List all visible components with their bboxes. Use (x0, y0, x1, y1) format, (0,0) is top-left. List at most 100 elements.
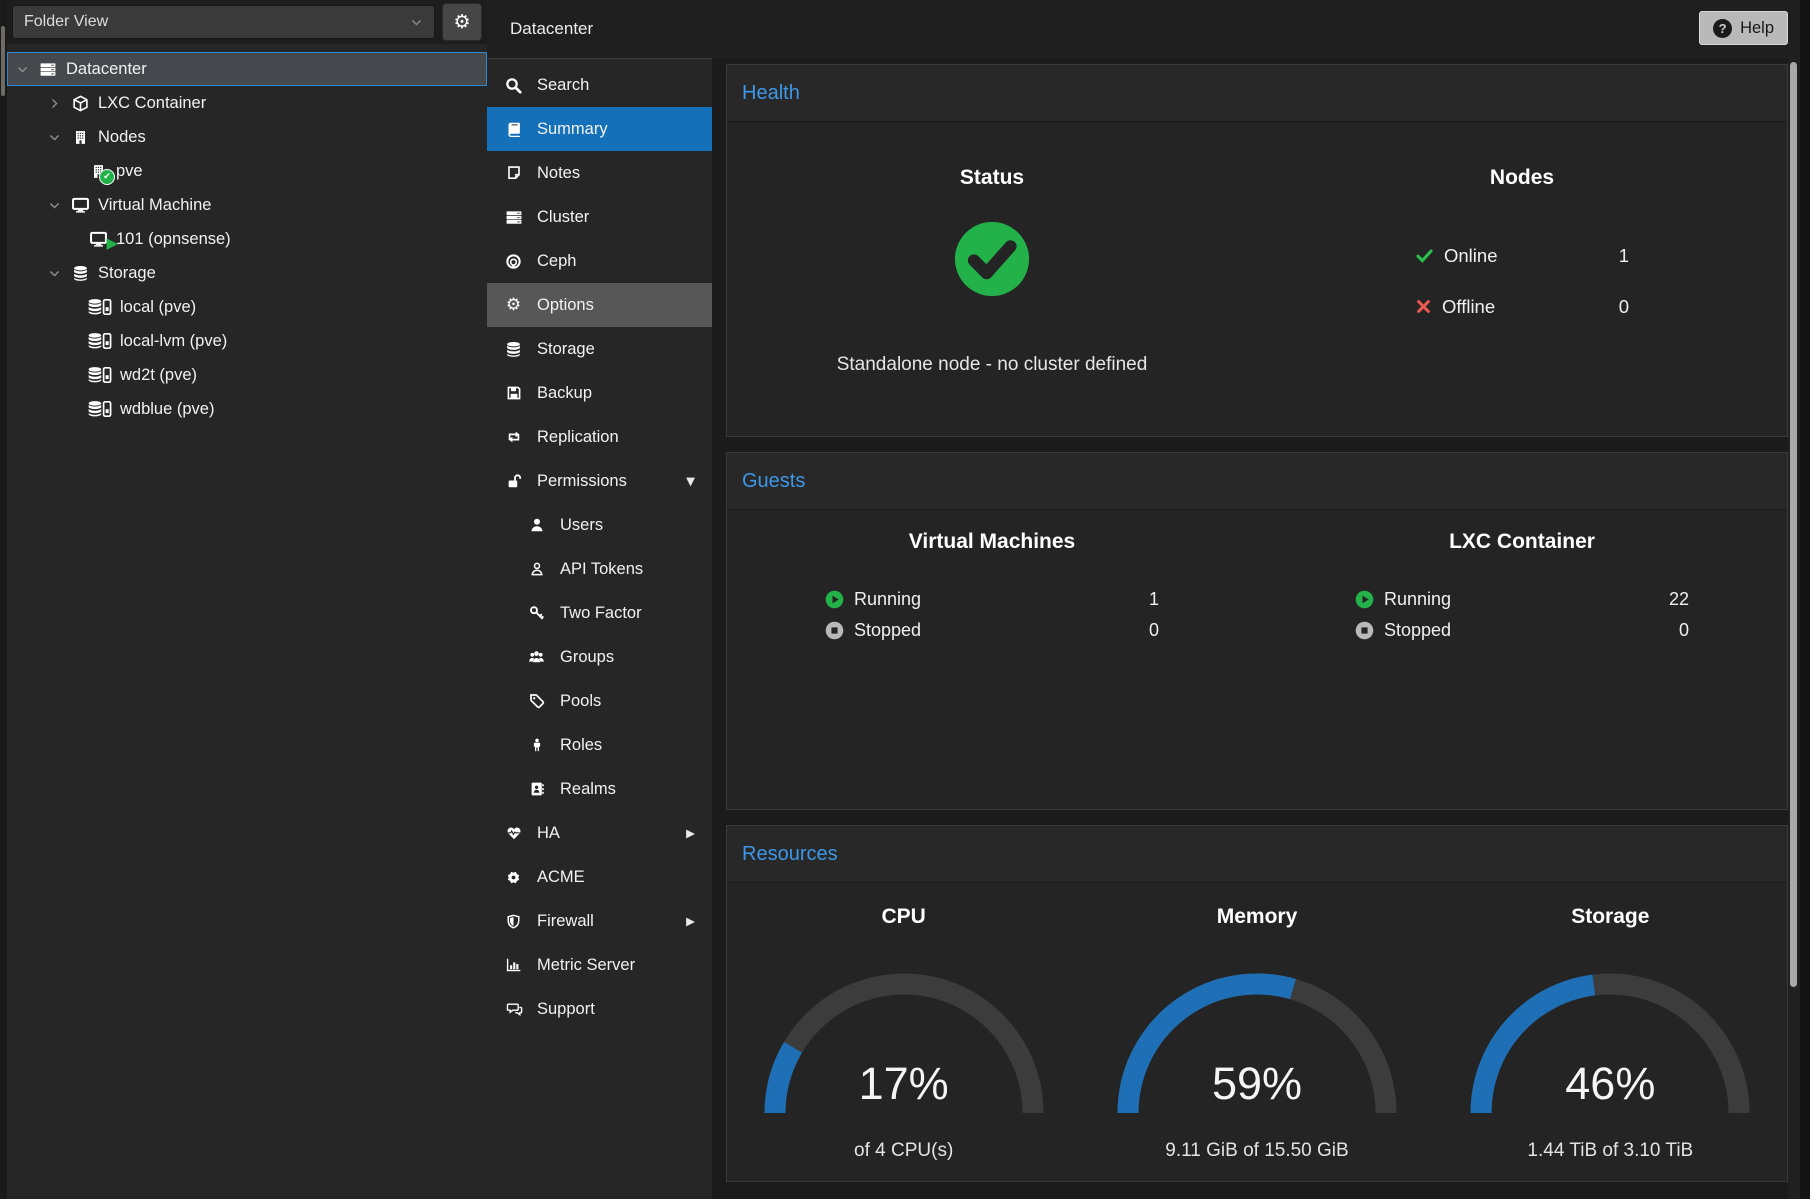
caret-right-icon: ▶ (686, 826, 695, 840)
menu-item-metric-server[interactable]: Metric Server (487, 943, 712, 987)
menu-item-support[interactable]: Support (487, 987, 712, 1031)
key-icon (526, 604, 547, 622)
tree-toolbar: Folder View ⚙ (7, 0, 487, 44)
chevron-down-icon[interactable] (48, 131, 62, 144)
status-heading: Status (727, 166, 1257, 190)
menu-item-two-factor[interactable]: Two Factor (487, 591, 712, 635)
menu-item-groups[interactable]: Groups (487, 635, 712, 679)
help-button[interactable]: ? Help (1699, 11, 1788, 45)
stat-label: Running (854, 589, 921, 610)
note-icon (503, 164, 524, 182)
chevron-right-icon[interactable] (48, 97, 62, 110)
resources-panel: Resources CPU17%of 4 CPU(s)Memory59%9.11… (726, 825, 1788, 1182)
menu-item-realms[interactable]: Realms (487, 767, 712, 811)
users-group-icon (526, 648, 547, 666)
menu-item-permissions[interactable]: Permissions▼ (487, 459, 712, 503)
tree-item-wd2t-pve[interactable]: wd2t (pve) (7, 358, 487, 392)
menu-item-replication[interactable]: Replication (487, 415, 712, 459)
stat-value: 1 (1619, 245, 1629, 267)
search-icon (503, 76, 524, 94)
tree-item-lxc-container[interactable]: LXC Container (7, 86, 487, 120)
menu-item-acme[interactable]: ACME (487, 855, 712, 899)
menu-item-ceph[interactable]: Ceph (487, 239, 712, 283)
comments-icon (503, 1000, 524, 1018)
acme-icon (503, 868, 524, 886)
unlock-icon (503, 472, 524, 490)
content-scrollbar[interactable] (1788, 58, 1800, 1199)
menu-item-pools[interactable]: Pools (487, 679, 712, 723)
proxmox-app: Folder View ⚙ DatacenterLXC ContainerNod… (0, 0, 1810, 1199)
tree-item-local-lvm-pve[interactable]: local-lvm (pve) (7, 324, 487, 358)
gauge-storage: Storage46%1.44 TiB of 3.10 TiB (1434, 883, 1787, 1181)
menu-item-label: Realms (560, 780, 616, 799)
health-panel: Health Status Standalone node - no clust… (726, 64, 1788, 437)
stat-value: 1 (1149, 589, 1159, 610)
nodes-heading: Nodes (1257, 166, 1787, 190)
building-icon: ✔ (87, 161, 109, 181)
nodes-stats: Online1Offline0 (1415, 230, 1629, 332)
guest-stats: Running 1 Stopped 0 (825, 584, 1159, 646)
health-nodes-column: Nodes Online1Offline0 (1257, 122, 1787, 437)
menu-item-roles[interactable]: Roles (487, 723, 712, 767)
database-disk-icon (87, 297, 113, 317)
tree-item-storage[interactable]: Storage (7, 256, 487, 290)
gauge-percent: 46% (1460, 1058, 1760, 1110)
view-selector[interactable]: Folder View (12, 5, 435, 39)
tree-settings-button[interactable]: ⚙ (442, 3, 482, 41)
window-left-scrollbar[interactable] (0, 0, 7, 1199)
menu-item-label: Cluster (537, 208, 589, 227)
tree-item-label: Datacenter (66, 60, 147, 79)
main-content: Health Status Standalone node - no clust… (712, 58, 1810, 1199)
menu-item-backup[interactable]: Backup (487, 371, 712, 415)
gauge-cpu: CPU17%of 4 CPU(s) (727, 883, 1080, 1181)
menu-item-storage[interactable]: Storage (487, 327, 712, 371)
menu-item-label: HA (537, 824, 560, 843)
retweet-icon (503, 428, 524, 446)
menu-item-users[interactable]: Users (487, 503, 712, 547)
menu-item-label: API Tokens (560, 560, 643, 579)
chevron-down-icon (410, 16, 423, 29)
menu-item-ha[interactable]: HA ▶ (487, 811, 712, 855)
menu-item-api-tokens[interactable]: API Tokens (487, 547, 712, 591)
menu-item-firewall[interactable]: Firewall▶ (487, 899, 712, 943)
gear-icon: ⚙ (453, 11, 470, 33)
menu-item-label: Summary (537, 120, 608, 139)
tree-item-label: wdblue (pve) (120, 400, 214, 419)
menu-item-cluster[interactable]: Cluster (487, 195, 712, 239)
resource-tree: Datacenter LXC ContainerNodes✔pveVirtual … (7, 44, 487, 426)
menu-item-options[interactable]: ⚙Options (487, 283, 712, 327)
menu-item-label: Backup (537, 384, 592, 403)
play-circle-icon (825, 590, 844, 609)
menu-item-summary[interactable]: Summary (487, 107, 712, 151)
content-scrollbar-thumb[interactable] (1790, 62, 1797, 987)
stop-circle-icon (825, 621, 844, 640)
stat-label: Offline (1442, 296, 1495, 318)
chevron-down-icon[interactable] (16, 63, 30, 76)
stat-value: 0 (1149, 620, 1159, 641)
chevron-down-icon[interactable] (48, 199, 62, 212)
database-icon (69, 263, 91, 283)
tree-item-local-pve[interactable]: local (pve) (7, 290, 487, 324)
chevron-down-icon[interactable] (48, 267, 62, 280)
tree-item-101-opnsense[interactable]: ▶101 (opnsense) (7, 222, 487, 256)
tree-item-wdblue-pve[interactable]: wdblue (pve) (7, 392, 487, 426)
stat-label: Stopped (854, 620, 921, 641)
tree-item-nodes[interactable]: Nodes (7, 120, 487, 154)
menu-item-notes[interactable]: Notes (487, 151, 712, 195)
gear-icon: ⚙ (503, 296, 524, 314)
window-left-scrollbar-thumb[interactable] (1, 26, 5, 96)
menu-item-search[interactable]: Search (487, 63, 712, 107)
gauge-heading: CPU (881, 905, 925, 929)
check-icon (1415, 246, 1434, 265)
tree-item-pve[interactable]: ✔pve (7, 154, 487, 188)
help-button-label: Help (1740, 19, 1774, 38)
tree-item-virtual-machine[interactable]: Virtual Machine (7, 188, 487, 222)
tree-item-datacenter[interactable]: Datacenter (7, 52, 487, 86)
guests-panel: Guests Virtual MachinesRunning1Stopped0L… (726, 452, 1788, 810)
question-circle-icon: ? (1713, 19, 1732, 38)
database-disk-icon (87, 331, 113, 351)
status-message: Standalone node - no cluster defined (727, 354, 1257, 376)
address-book-icon (526, 780, 547, 798)
heartbeat-icon (503, 824, 524, 842)
guests-column-lxc-container: LXC ContainerRunning22Stopped0 (1257, 510, 1787, 810)
